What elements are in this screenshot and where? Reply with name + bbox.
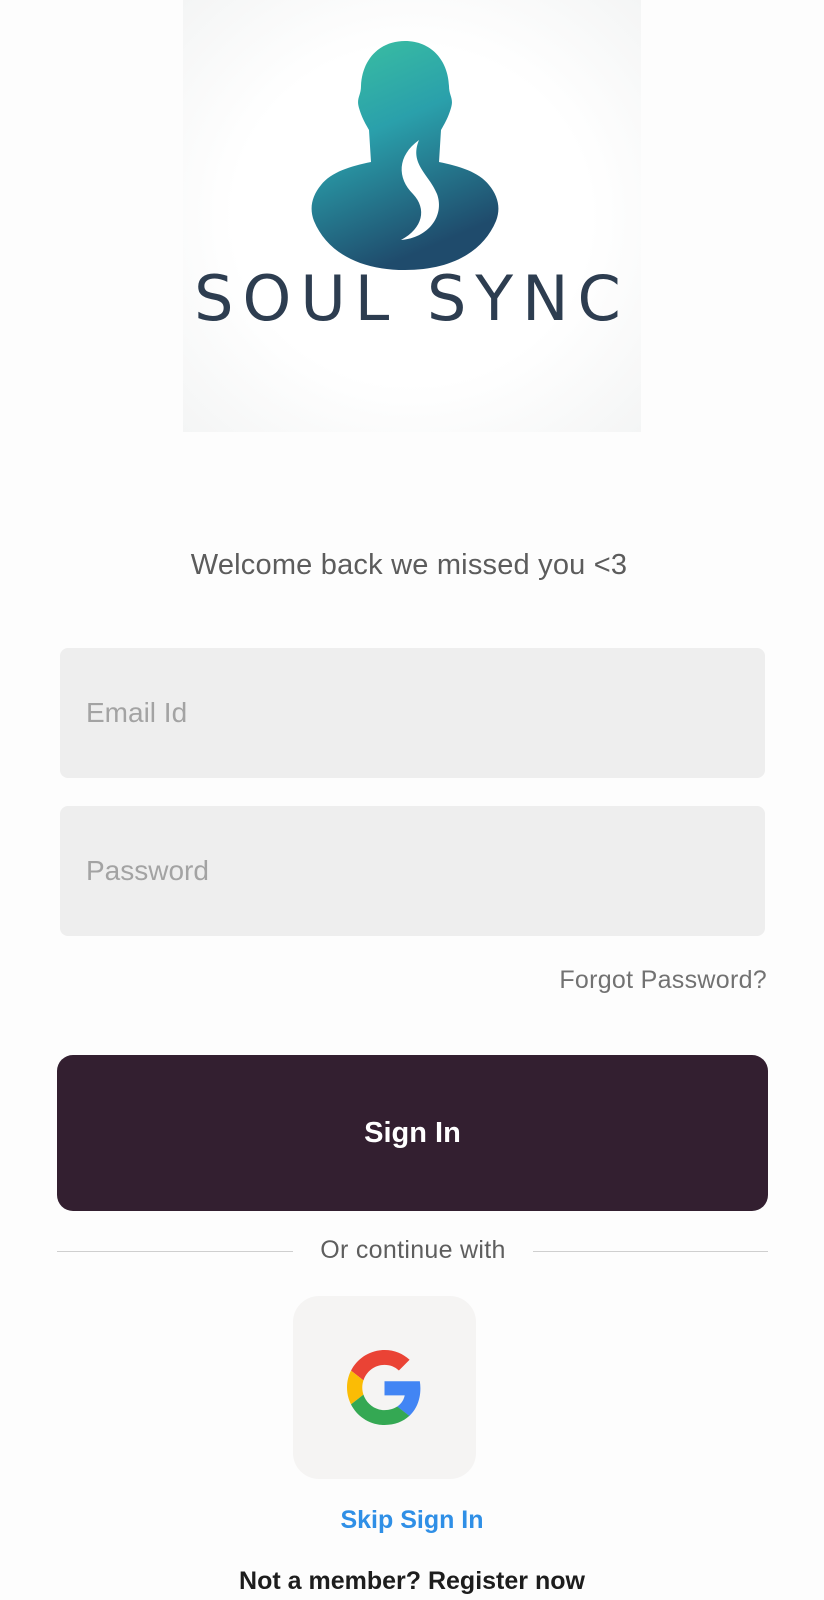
welcome-message: Welcome back we missed you <3 — [190, 549, 628, 581]
register-now-link[interactable]: Register now — [428, 1567, 585, 1595]
logo-wordmark: SOUL SYNC — [194, 262, 630, 335]
register-prompt: Not a member? Register now — [0, 1567, 824, 1596]
email-field[interactable] — [60, 648, 765, 778]
forgot-password-link[interactable]: Forgot Password? — [559, 966, 767, 995]
person-silhouette-logo-icon — [311, 41, 499, 270]
skip-sign-in-link[interactable]: Skip Sign In — [0, 1506, 824, 1535]
password-field[interactable] — [60, 806, 765, 936]
divider-label: Or continue with — [320, 1236, 506, 1264]
google-icon — [347, 1350, 421, 1425]
app-logo: SOUL SYNC — [183, 0, 641, 432]
sign-in-button[interactable]: Sign In — [57, 1055, 768, 1211]
divider-line-left — [57, 1251, 293, 1252]
register-prompt-text: Not a member? — [239, 1567, 428, 1595]
google-sign-in-button[interactable] — [293, 1296, 476, 1479]
divider-line-right — [533, 1251, 768, 1252]
